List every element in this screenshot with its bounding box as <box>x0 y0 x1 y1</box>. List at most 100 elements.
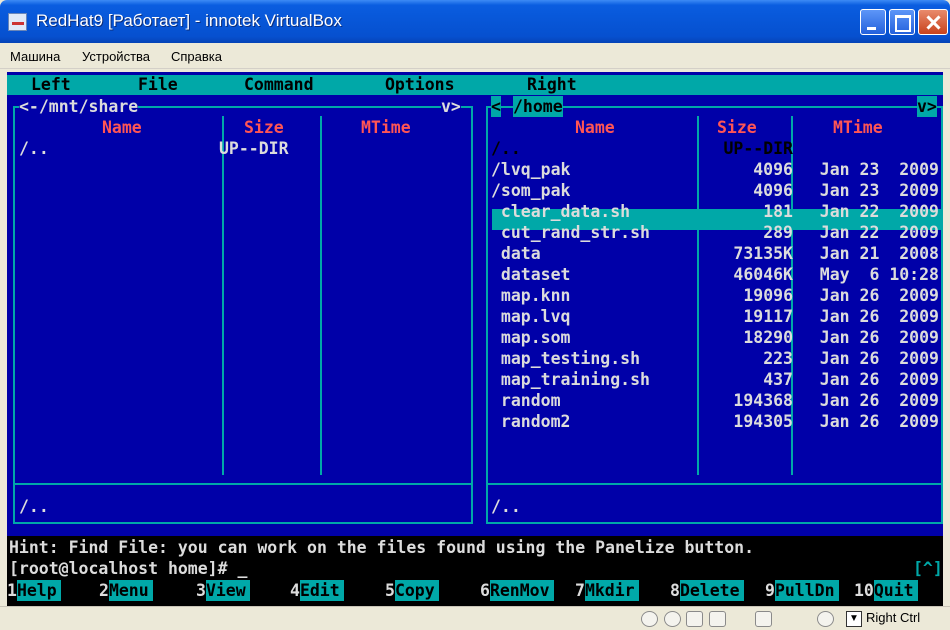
menu-devices[interactable]: Устройства <box>82 49 150 64</box>
right-row-size[interactable]: UP--DIR <box>699 138 793 159</box>
right-row-mtime[interactable]: Jan 23 2009 <box>801 159 939 180</box>
shell-prompt[interactable]: [root@localhost home]# _ <box>9 558 247 579</box>
right-row-name[interactable]: map.knn <box>491 285 571 306</box>
left-panel[interactable] <box>13 106 473 524</box>
fkey-help[interactable]: 1Help <box>7 580 61 601</box>
fkey-label: RenMov <box>489 580 554 601</box>
hard-disk-icon[interactable] <box>641 611 658 627</box>
left-row-updir-size[interactable]: UP--DIR <box>219 138 289 159</box>
right-row-mtime[interactable]: Jan 26 2009 <box>801 369 939 390</box>
right-row-size[interactable]: 437 <box>699 369 793 390</box>
mouse-integration-icon[interactable] <box>791 611 808 627</box>
fkey-menu[interactable]: 2Menu <box>99 580 153 601</box>
right-row-size[interactable]: 4096 <box>699 180 793 201</box>
right-path-left-marker[interactable]: < <box>491 96 501 117</box>
right-row-name[interactable]: map.lvq <box>491 306 571 327</box>
maximize-button[interactable] <box>889 9 915 35</box>
right-row-size[interactable]: 4096 <box>699 159 793 180</box>
right-row-mtime[interactable]: Jan 26 2009 <box>801 306 939 327</box>
right-row-mtime[interactable]: Jan 26 2009 <box>801 285 939 306</box>
fkey-quit[interactable]: 10Quit <box>854 580 918 601</box>
fkey-label: Copy <box>394 580 439 601</box>
prompt-marker[interactable]: [^] <box>913 558 943 579</box>
fkey-number: 10 <box>854 581 874 600</box>
function-key-bar: 1Help 2Menu 3View 4Edit 5Copy 6RenMov 7Mkdir 8D… <box>7 580 943 601</box>
right-row-size[interactable]: 18290 <box>699 327 793 348</box>
mc-menu-command[interactable]: Command <box>244 74 314 95</box>
fkey-number: 4 <box>290 581 300 600</box>
host-key-indicator[interactable]: ▼ Right Ctrl <box>846 610 920 627</box>
right-row-size[interactable]: 194305 <box>699 411 793 432</box>
right-row-mtime[interactable]: Jan 23 2009 <box>801 180 939 201</box>
right-row-mtime[interactable]: Jan 26 2009 <box>801 390 939 411</box>
right-row-size[interactable]: 194368 <box>699 390 793 411</box>
usb-icon[interactable] <box>732 611 749 627</box>
minimize-button[interactable] <box>860 9 886 35</box>
right-row-size[interactable]: 19096 <box>699 285 793 306</box>
right-row-size[interactable]: 73135K <box>699 243 793 264</box>
right-row-name[interactable]: dataset <box>491 264 571 285</box>
network-icon[interactable] <box>709 611 726 627</box>
fkey-number: 2 <box>99 581 109 600</box>
left-scroll-marker[interactable]: v> <box>441 96 461 117</box>
right-row-mtime[interactable]: Jan 26 2009 <box>801 411 939 432</box>
right-row-name[interactable]: /.. <box>491 138 521 159</box>
fkey-delete[interactable]: 8Delete <box>670 580 744 601</box>
right-row-name[interactable]: random2 <box>491 411 571 432</box>
right-row-size[interactable]: 223 <box>699 348 793 369</box>
window-title-bar[interactable]: RedHat9 [Работает] - innotek VirtualBox <box>0 0 950 43</box>
fkey-view[interactable]: 3View <box>196 580 250 601</box>
right-row-mtime[interactable]: Jan 21 2008 <box>801 243 939 264</box>
right-scroll-marker[interactable]: v> <box>917 96 937 117</box>
right-row-name[interactable]: map.som <box>491 327 571 348</box>
right-col-mtime[interactable]: MTime <box>833 117 883 138</box>
fkey-mkdir[interactable]: 7Mkdir <box>575 580 639 601</box>
right-row-size[interactable]: 46046K <box>699 264 793 285</box>
mc-menu-right[interactable]: Right <box>527 74 577 95</box>
left-col-name[interactable]: Name <box>102 117 142 138</box>
shared-folder-icon[interactable] <box>755 611 772 627</box>
floppy-icon[interactable] <box>686 611 703 627</box>
left-col-divider-1 <box>222 116 224 475</box>
right-panel-path[interactable]: /home <box>513 96 563 117</box>
right-row-name[interactable]: clear_data.sh <box>491 201 630 222</box>
right-row-mtime[interactable]: Jan 26 2009 <box>801 348 939 369</box>
right-row-size[interactable]: 289 <box>699 222 793 243</box>
left-panel-path[interactable]: <-/mnt/share <box>19 96 139 117</box>
fkey-label: Menu <box>108 580 153 601</box>
fkey-edit[interactable]: 4Edit <box>290 580 344 601</box>
right-row-mtime[interactable]: Jan 22 2009 <box>801 222 939 243</box>
menu-help[interactable]: Справка <box>171 49 222 64</box>
left-col-mtime[interactable]: MTime <box>361 117 411 138</box>
right-row-mtime[interactable]: Jan 22 2009 <box>801 201 939 222</box>
right-col-size[interactable]: Size <box>717 117 757 138</box>
cd-drive-icon[interactable] <box>664 611 681 627</box>
close-button[interactable] <box>918 9 948 35</box>
right-row-name[interactable]: /som_pak <box>491 180 570 201</box>
right-row-mtime[interactable]: Jan 26 2009 <box>801 327 939 348</box>
fkey-pulldn[interactable]: 9PullDn <box>765 580 839 601</box>
fkey-label: Edit <box>299 580 344 601</box>
right-row-name[interactable]: data <box>491 243 541 264</box>
right-row-mtime[interactable]: May 6 10:28 <box>801 264 939 285</box>
right-mini-divider <box>486 483 943 485</box>
right-row-name[interactable]: cut_rand_str.sh <box>491 222 650 243</box>
mc-menu-options[interactable]: Options <box>385 74 455 95</box>
virtualbox-app-icon[interactable] <box>8 13 27 31</box>
fkey-copy[interactable]: 5Copy <box>385 580 439 601</box>
mc-menu-file[interactable]: File <box>138 74 178 95</box>
mc-menu-left[interactable]: Left <box>31 74 71 95</box>
right-row-size[interactable]: 181 <box>699 201 793 222</box>
right-row-name[interactable]: /lvq_pak <box>491 159 570 180</box>
guest-screen[interactable]: Left File Command Options Right <-/mnt/s… <box>7 72 943 606</box>
capture-icon[interactable] <box>817 611 834 627</box>
right-row-name[interactable]: map_testing.sh <box>491 348 640 369</box>
right-row-size[interactable]: 19117 <box>699 306 793 327</box>
left-row-updir-name[interactable]: /.. <box>19 138 49 159</box>
fkey-renmov[interactable]: 6RenMov <box>480 580 554 601</box>
right-row-name[interactable]: map_training.sh <box>491 369 650 390</box>
right-col-name[interactable]: Name <box>575 117 615 138</box>
menu-machine[interactable]: Машина <box>10 49 60 64</box>
right-row-name[interactable]: random <box>491 390 561 411</box>
left-col-size[interactable]: Size <box>244 117 284 138</box>
